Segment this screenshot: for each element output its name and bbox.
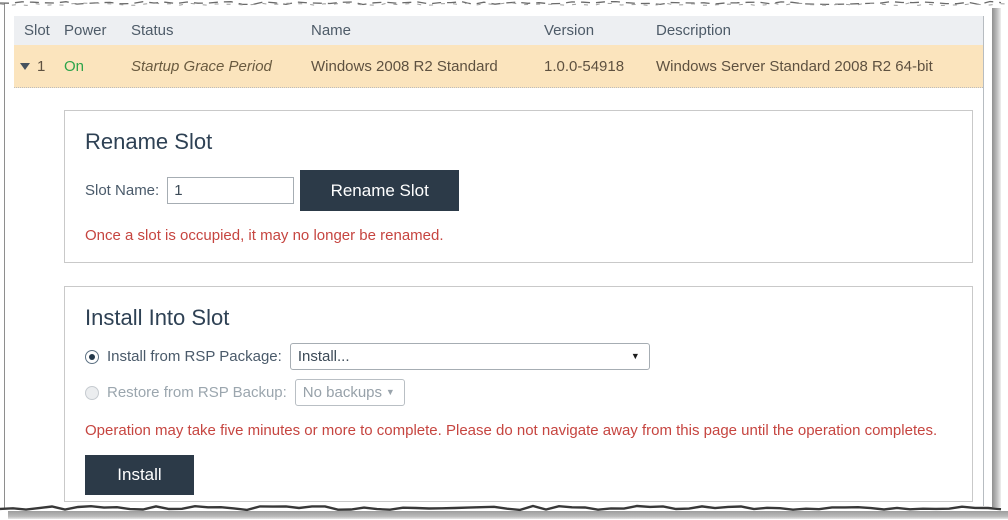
column-header-version: Version [544,22,595,39]
rsp-package-select-value: Install... [297,348,350,365]
page-drop-shadow [992,8,1001,507]
content-area: Slot Power Status Name Version Descripti… [14,16,984,506]
column-header-power: Power [64,22,107,39]
slot-status: Startup Grace Period [131,57,272,75]
rename-slot-button[interactable]: Rename Slot [300,170,460,211]
slot-name-input[interactable] [167,177,295,204]
install-into-slot-title: Install Into Slot [85,305,230,330]
install-into-slot-panel: Install Into Slot Install from RSP Packa… [64,286,973,502]
slot-number: 1 [37,57,46,75]
column-header-status: Status [131,22,174,39]
slot-table-header: Slot Power Status Name Version Descripti… [14,16,983,45]
restore-from-backup-label: Restore from RSP Backup: [107,384,287,401]
slot-row[interactable]: 1 On Startup Grace Period Windows 2008 R… [14,45,983,88]
status-cell: Startup Grace Period [131,58,311,75]
torn-top-edge [0,0,1008,7]
torn-left-edge [4,3,5,509]
rsp-package-select[interactable]: Install... ▼ [289,343,650,370]
column-header-name: Name [311,22,352,39]
rename-slot-panel: Rename Slot Slot Name: Rename Slot Once … [64,110,973,263]
collapse-row-icon[interactable] [20,62,30,70]
install-from-package-radio[interactable] [85,349,99,364]
slot-cell: 1 [14,58,64,75]
page: Slot Power Status Name Version Descripti… [5,6,993,507]
dropdown-caret-icon: ▼ [630,351,640,361]
rsp-backup-select: No backups ▼ [294,379,405,406]
restore-from-backup-radio [85,385,99,400]
install-button[interactable]: Install [85,455,194,495]
description-cell: Windows Server Standard 2008 R2 64-bit [656,57,933,75]
slot-name-label: Slot Name: [85,182,160,199]
install-warning-text: Operation may take five minutes or more … [85,422,938,439]
rsp-backup-select-value: No backups [302,384,383,401]
name-cell: Windows 2008 R2 Standard [311,57,498,75]
column-header-slot: Slot [24,22,50,39]
rename-warning-text: Once a slot is occupied, it may no longe… [85,227,444,244]
rename-slot-title: Rename Slot [85,129,213,154]
power-status: On [64,57,85,75]
column-header-description: Description [656,22,732,39]
version-cell: 1.0.0-54918 [544,57,625,75]
dropdown-caret-icon: ▼ [385,387,395,397]
install-from-package-label: Install from RSP Package: [107,348,282,365]
power-cell: On [64,58,131,75]
